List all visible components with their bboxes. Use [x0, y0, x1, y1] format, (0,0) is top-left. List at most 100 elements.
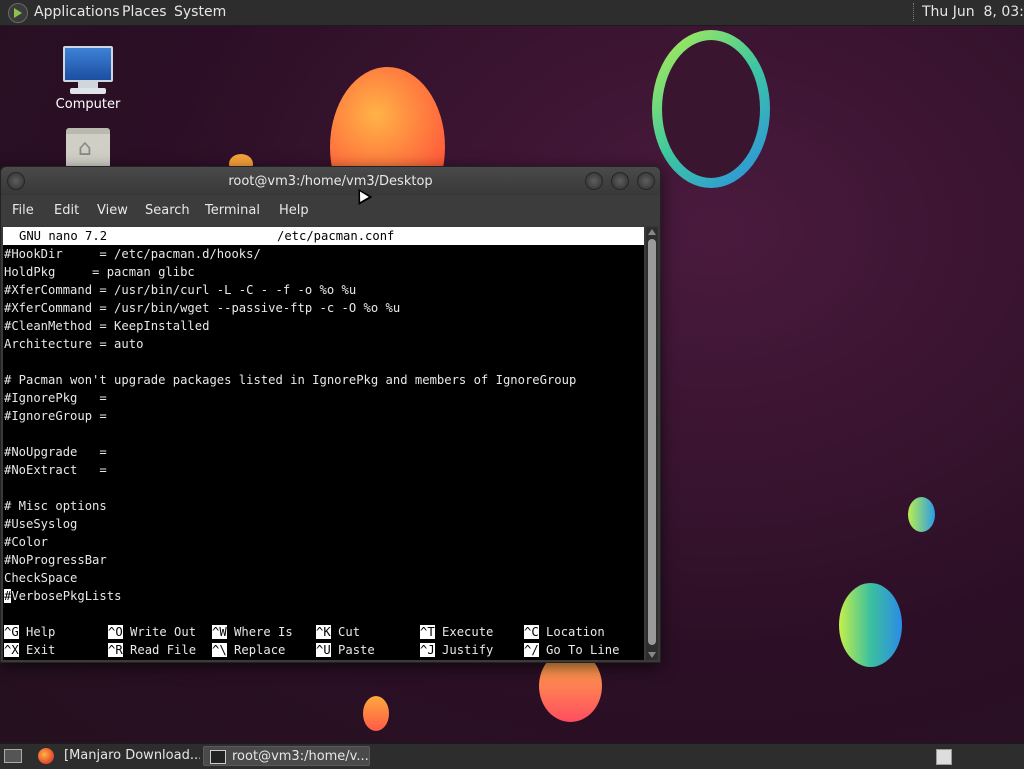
terminal-window: root@vm3:/home/vm3/Desktop File Edit Vie… — [0, 166, 661, 663]
shortcut-exit[interactable]: ^X Exit — [4, 641, 55, 659]
file-line: #Color — [4, 535, 49, 549]
desktop-icon-computer[interactable]: Computer — [38, 46, 138, 112]
clock[interactable]: Thu Jun 8, 03:51 — [922, 4, 1024, 20]
taskbar-item-terminal[interactable]: root@vm3:/home/v... — [203, 746, 370, 766]
task-label: root@vm3:/home/v... — [232, 749, 369, 764]
shortcut-justify[interactable]: ^J Justify — [420, 641, 493, 659]
minimize-icon[interactable] — [585, 172, 603, 190]
file-line: #XferCommand = /usr/bin/curl -L -C - -f … — [4, 283, 357, 297]
file-line: HoldPkg = pacman glibc — [4, 265, 195, 279]
shortcut-key: ^X — [4, 643, 19, 657]
computer-icon — [63, 46, 113, 82]
shortcut-label: Location — [546, 625, 605, 639]
shortcut-label: Where Is — [234, 625, 293, 639]
file-line: # Misc options — [4, 499, 107, 513]
shortcut-label: Write Out — [130, 625, 197, 639]
shortcut-key: ^G — [4, 625, 19, 639]
shortcut-key: ^\ — [212, 643, 227, 657]
terminal-icon — [210, 749, 226, 764]
firefox-icon — [38, 748, 54, 764]
panel-separator — [913, 3, 916, 21]
shortcut-label: Execute — [442, 625, 494, 639]
shortcut-key: ^K — [316, 625, 331, 639]
shortcut-key: ^W — [212, 625, 227, 639]
shortcut-key: ^J — [420, 643, 435, 657]
shortcut-key: ^/ — [524, 643, 539, 657]
shortcut-key: ^T — [420, 625, 435, 639]
shortcut-key: ^U — [316, 643, 331, 657]
file-line: #IgnoreGroup = — [4, 409, 107, 423]
orange-orb-small-bottom — [363, 696, 389, 731]
shortcut-cut[interactable]: ^K Cut — [316, 623, 360, 641]
close-icon[interactable] — [637, 172, 655, 190]
monitor-base — [70, 88, 106, 94]
nano-header: GNU nano 7.2 /etc/pacman.conf — [3, 227, 644, 245]
file-line: #HookDir = /etc/pacman.d/hooks/ — [4, 247, 261, 261]
file-line: CheckSpace — [4, 571, 78, 585]
show-desktop-icon[interactable] — [4, 749, 22, 763]
shortcut-key: ^C — [524, 625, 539, 639]
file-line: # Pacman won't upgrade packages listed i… — [4, 373, 577, 387]
window-titlebar[interactable]: root@vm3:/home/vm3/Desktop — [1, 167, 660, 195]
scroll-thumb[interactable] — [648, 239, 656, 645]
green-blue-orb — [839, 583, 902, 667]
home-folder-icon — [66, 128, 110, 168]
shortcut-key: ^O — [108, 625, 123, 639]
maximize-icon[interactable] — [611, 172, 629, 190]
gradient-ring — [652, 30, 770, 188]
scroll-up-icon[interactable] — [648, 229, 656, 235]
desktop-icon-label: Computer — [55, 97, 121, 112]
menu-places[interactable]: Places — [122, 4, 167, 20]
file-line: #XferCommand = /usr/bin/wget --passive-f… — [4, 301, 401, 315]
shortcut-execute[interactable]: ^T Execute — [420, 623, 493, 641]
file-line: #NoProgressBar — [4, 553, 107, 567]
file-line: #IgnorePkg = — [4, 391, 107, 405]
workspace-switcher[interactable] — [936, 749, 952, 765]
taskbar-item-browser[interactable]: [Manjaro Download... — [58, 746, 200, 766]
shortcut-location[interactable]: ^C Location — [524, 623, 605, 641]
file-line: #UseSyslog — [4, 517, 78, 531]
manjaro-logo-icon[interactable] — [8, 3, 28, 23]
file-line-cursor: #VerbosePkgLists — [4, 587, 121, 605]
shortcut-replace[interactable]: ^\ Replace — [212, 641, 285, 659]
menu-help[interactable]: Help — [279, 203, 309, 218]
shortcut-key: ^R — [108, 643, 123, 657]
shortcut-write-out[interactable]: ^O Write Out — [108, 623, 196, 641]
shortcut-label: Read File — [130, 643, 197, 657]
shortcut-help[interactable]: ^G Help — [4, 623, 55, 641]
menu-file[interactable]: File — [12, 203, 34, 218]
top-panel: Applications Places System Thu Jun 8, 03… — [0, 0, 1024, 26]
shortcut-label: Justify — [442, 643, 494, 657]
shortcut-label: Replace — [234, 643, 286, 657]
terminal-scrollbar[interactable] — [646, 227, 658, 660]
menu-edit[interactable]: Edit — [54, 203, 79, 218]
file-line: Architecture = auto — [4, 337, 144, 351]
menu-search[interactable]: Search — [145, 203, 190, 218]
menu-system[interactable]: System — [174, 4, 226, 20]
bottom-panel: [Manjaro Download... root@vm3:/home/v... — [0, 743, 1024, 769]
menu-terminal[interactable]: Terminal — [205, 203, 260, 218]
shortcut-label: Help — [26, 625, 56, 639]
menu-applications[interactable]: Applications — [34, 4, 120, 20]
shortcut-read-file[interactable]: ^R Read File — [108, 641, 196, 659]
terminal-area[interactable]: GNU nano 7.2 /etc/pacman.conf #HookDir =… — [3, 227, 644, 660]
shortcut-paste[interactable]: ^U Paste — [316, 641, 375, 659]
green-blue-orb-small — [908, 497, 935, 532]
window-menubar: File Edit View Search Terminal Help — [1, 195, 660, 225]
window-title: root@vm3:/home/vm3/Desktop — [228, 174, 433, 189]
desktop-icon-home[interactable] — [38, 128, 138, 168]
shortcut-go-to-line[interactable]: ^/ Go To Line — [524, 641, 619, 659]
menu-view[interactable]: View — [97, 203, 128, 218]
file-line: #NoUpgrade = — [4, 445, 107, 459]
shortcut-where-is[interactable]: ^W Where Is — [212, 623, 293, 641]
nano-version: GNU nano 7.2 — [19, 229, 108, 243]
nano-filename: /etc/pacman.conf — [277, 229, 395, 243]
shortcut-label: Paste — [338, 643, 375, 657]
scroll-down-icon[interactable] — [648, 652, 656, 658]
shortcut-label: Go To Line — [546, 643, 620, 657]
task-label: [Manjaro Download... — [64, 748, 200, 763]
shortcut-label: Exit — [26, 643, 56, 657]
file-line: #CleanMethod = KeepInstalled — [4, 319, 210, 333]
file-line: #NoExtract = — [4, 463, 107, 477]
cursor-line-text: VerbosePkgLists — [11, 589, 122, 603]
